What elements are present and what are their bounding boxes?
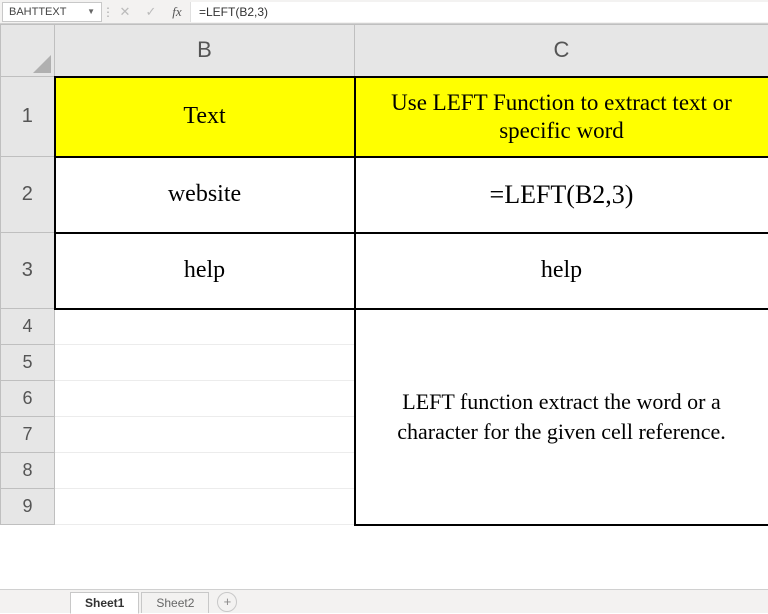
sheet-tab-inactive[interactable]: Sheet2 bbox=[141, 592, 209, 613]
cancel-icon[interactable]: ✕ bbox=[112, 2, 138, 22]
confirm-icon[interactable]: ✓ bbox=[138, 2, 164, 22]
cell-C2[interactable]: =LEFT(B2,3) bbox=[355, 157, 768, 233]
add-sheet-button[interactable]: + bbox=[217, 592, 237, 612]
name-box[interactable]: BAHTTEXT ▼ bbox=[2, 2, 102, 22]
row-header-4[interactable]: 4 bbox=[1, 309, 55, 345]
row-header-7[interactable]: 7 bbox=[1, 417, 55, 453]
select-all-corner[interactable] bbox=[1, 25, 55, 77]
sheet-tab-bar: Sheet1 Sheet2 + bbox=[0, 589, 768, 613]
cell-B8[interactable] bbox=[55, 453, 355, 489]
row-header-8[interactable]: 8 bbox=[1, 453, 55, 489]
cell-B7[interactable] bbox=[55, 417, 355, 453]
formula-text: =LEFT(B2,3) bbox=[199, 5, 268, 19]
sheet-tab-active[interactable]: Sheet1 bbox=[70, 592, 139, 614]
cell-B6[interactable] bbox=[55, 381, 355, 417]
cell-B4[interactable] bbox=[55, 309, 355, 345]
cell-B2[interactable]: website bbox=[55, 157, 355, 233]
chevron-down-icon: ▼ bbox=[87, 7, 95, 16]
column-header-row: B C bbox=[1, 25, 768, 77]
cell-B9[interactable] bbox=[55, 489, 355, 525]
cell-C1[interactable]: Use LEFT Function to extract text or spe… bbox=[355, 77, 768, 157]
cell-B3[interactable]: help bbox=[55, 233, 355, 309]
cell-B5[interactable] bbox=[55, 345, 355, 381]
column-header-B[interactable]: B bbox=[55, 25, 355, 77]
cell-B1[interactable]: Text bbox=[55, 77, 355, 157]
formula-bar: BAHTTEXT ▼ ⋮ ✕ ✓ fx =LEFT(B2,3) bbox=[0, 0, 768, 24]
row-header-9[interactable]: 9 bbox=[1, 489, 55, 525]
name-box-value: BAHTTEXT bbox=[9, 6, 66, 18]
separator-dots-icon: ⋮ bbox=[102, 6, 112, 18]
column-header-C[interactable]: C bbox=[355, 25, 768, 77]
row-header-6[interactable]: 6 bbox=[1, 381, 55, 417]
cell-C4-note[interactable]: LEFT function extract the word or a char… bbox=[355, 309, 768, 525]
formula-input[interactable]: =LEFT(B2,3) bbox=[190, 2, 768, 22]
row-header-5[interactable]: 5 bbox=[1, 345, 55, 381]
row-header-2[interactable]: 2 bbox=[1, 157, 55, 233]
row-header-1[interactable]: 1 bbox=[1, 77, 55, 157]
cell-C3[interactable]: help bbox=[355, 233, 768, 309]
row-header-3[interactable]: 3 bbox=[1, 233, 55, 309]
spreadsheet-grid: B C 1 Text Use LEFT Function to extract … bbox=[0, 24, 768, 589]
fx-icon[interactable]: fx bbox=[164, 2, 190, 22]
